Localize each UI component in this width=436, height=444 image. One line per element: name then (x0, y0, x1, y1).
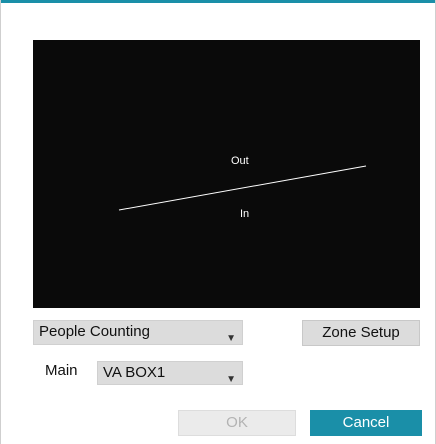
analytics-mode-select[interactable]: People Counting ▼ (33, 320, 243, 345)
people-counting-dialog: Out In People Counting ▼ Zone Setup Main… (0, 0, 436, 444)
counting-line[interactable] (118, 165, 367, 211)
counting-line-overlay (118, 165, 367, 211)
out-direction-label: Out (231, 155, 249, 167)
cancel-button[interactable]: Cancel (310, 410, 422, 436)
dialog-left-border (0, 0, 1, 444)
va-box-value: VA BOX1 (103, 364, 166, 381)
video-preview[interactable]: Out In (33, 40, 420, 308)
chevron-down-icon: ▼ (226, 374, 236, 385)
ok-button[interactable]: OK (178, 410, 296, 436)
title-accent-bar (0, 0, 436, 3)
va-box-select[interactable]: VA BOX1 ▼ (97, 361, 243, 385)
analytics-mode-value: People Counting (39, 323, 150, 340)
in-direction-label: In (240, 208, 250, 220)
chevron-down-icon: ▼ (226, 333, 236, 344)
stream-label: Main (45, 362, 78, 379)
zone-setup-button[interactable]: Zone Setup (302, 320, 420, 346)
